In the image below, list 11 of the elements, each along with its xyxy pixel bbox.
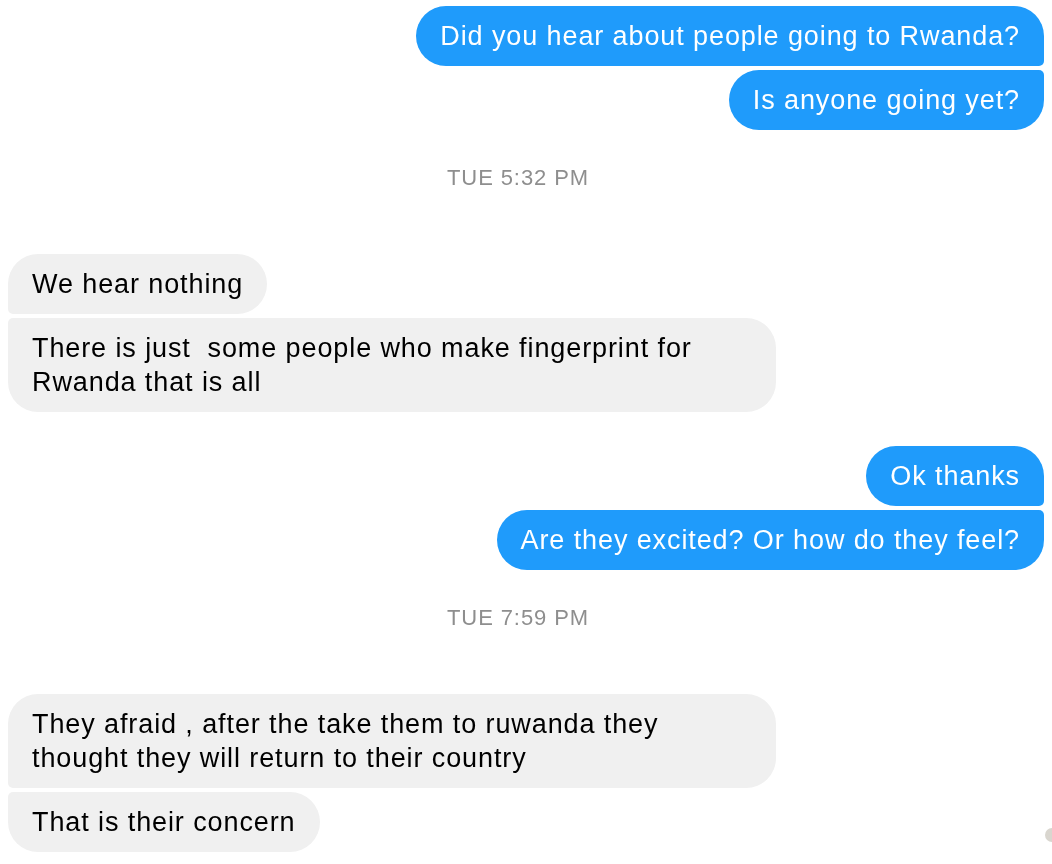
sent-message-bubble: Is anyone going yet? [728, 70, 1044, 130]
sent-message-bubble: Are they excited? Or how do they feel? [496, 510, 1044, 570]
received-message-bubble: That is their concern [8, 792, 320, 852]
sent-message-bubble: Did you hear about people going to Rwanda? [416, 6, 1044, 66]
sent-message-bubble: Ok thanks [866, 446, 1044, 506]
received-message-bubble: They afraid , after the take them to ruwanda they thought they will return to their country [8, 694, 776, 788]
received-message-bubble: There is just some people who make fingerprint for Rwanda that is all [8, 318, 776, 412]
timestamp: TUE 5:32 PM [447, 164, 589, 192]
avatar-icon [1045, 828, 1052, 842]
timestamp: TUE 7:59 PM [447, 604, 589, 632]
received-message-bubble: We hear nothing [8, 254, 268, 314]
